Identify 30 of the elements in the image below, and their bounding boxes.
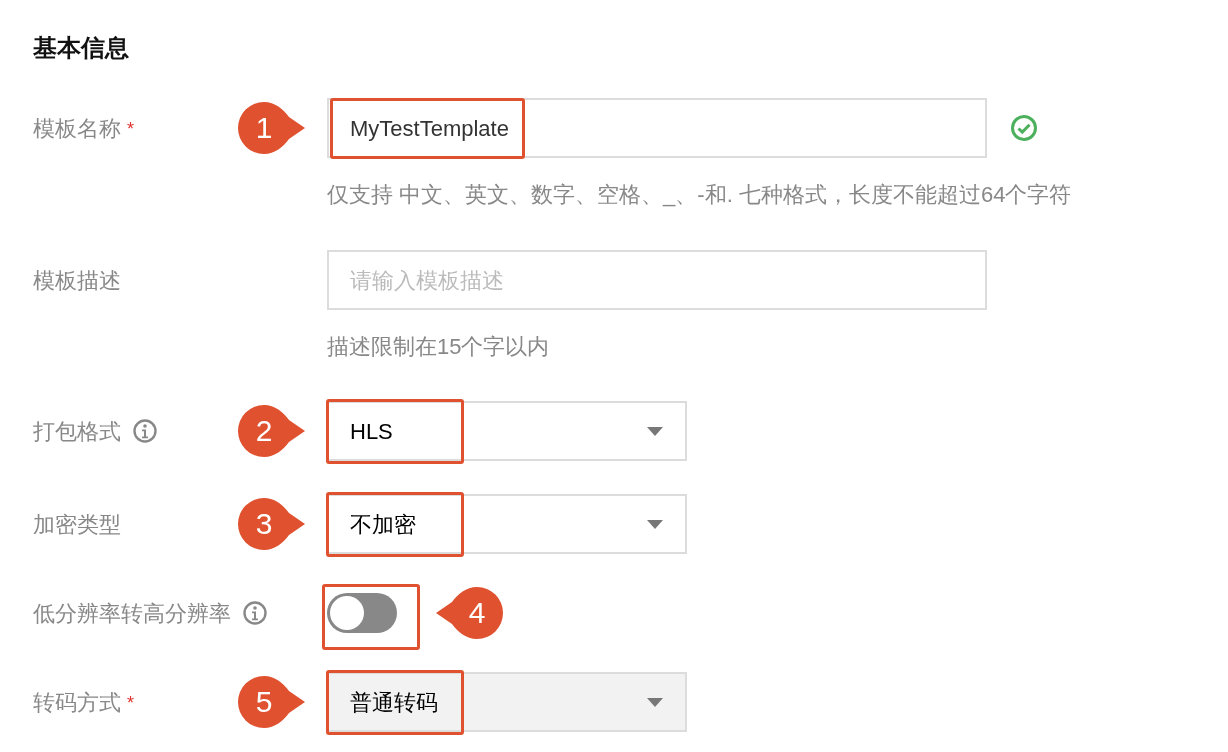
callout-marker: 2 — [237, 404, 305, 458]
info-icon[interactable] — [133, 419, 157, 443]
text-field[interactable]: MyTestTemplate — [327, 98, 987, 158]
callout-marker: 4 — [436, 586, 504, 640]
field-label: 打包格式 — [33, 417, 121, 446]
field-placeholder: 请输入模板描述 — [350, 266, 504, 295]
info-icon[interactable] — [243, 601, 267, 625]
caret-down-icon — [647, 519, 663, 529]
field-label: 低分辨率转高分辨率 — [33, 599, 231, 628]
section-title: 基本信息 — [33, 33, 129, 63]
callout-marker: 1 — [237, 101, 305, 155]
select-dropdown[interactable]: 不加密 — [327, 494, 687, 554]
required-mark: * — [127, 693, 134, 712]
field-label: 模板描述 — [33, 266, 121, 295]
field-label: 模板名称 — [33, 114, 121, 143]
select-dropdown[interactable]: HLS — [327, 401, 687, 461]
select-value: HLS — [350, 418, 393, 444]
select-value: 普通转码 — [350, 689, 438, 715]
field-value: MyTestTemplate — [350, 115, 509, 141]
required-mark: * — [127, 119, 134, 138]
field-hint: 仅支持 中文、英文、数字、空格、_、-和. 七种格式，长度不能超过64个字符 — [327, 181, 1072, 209]
field-label: 加密类型 — [33, 510, 121, 539]
callout-marker: 5 — [237, 675, 305, 729]
caret-down-icon — [647, 426, 663, 436]
select-value: 不加密 — [350, 511, 416, 537]
caret-down-icon — [647, 697, 663, 707]
field-hint: 描述限制在15个字以内 — [327, 333, 550, 361]
toggle-switch[interactable] — [327, 593, 397, 633]
callout-marker: 3 — [237, 497, 305, 551]
field-label: 转码方式 — [33, 688, 121, 717]
